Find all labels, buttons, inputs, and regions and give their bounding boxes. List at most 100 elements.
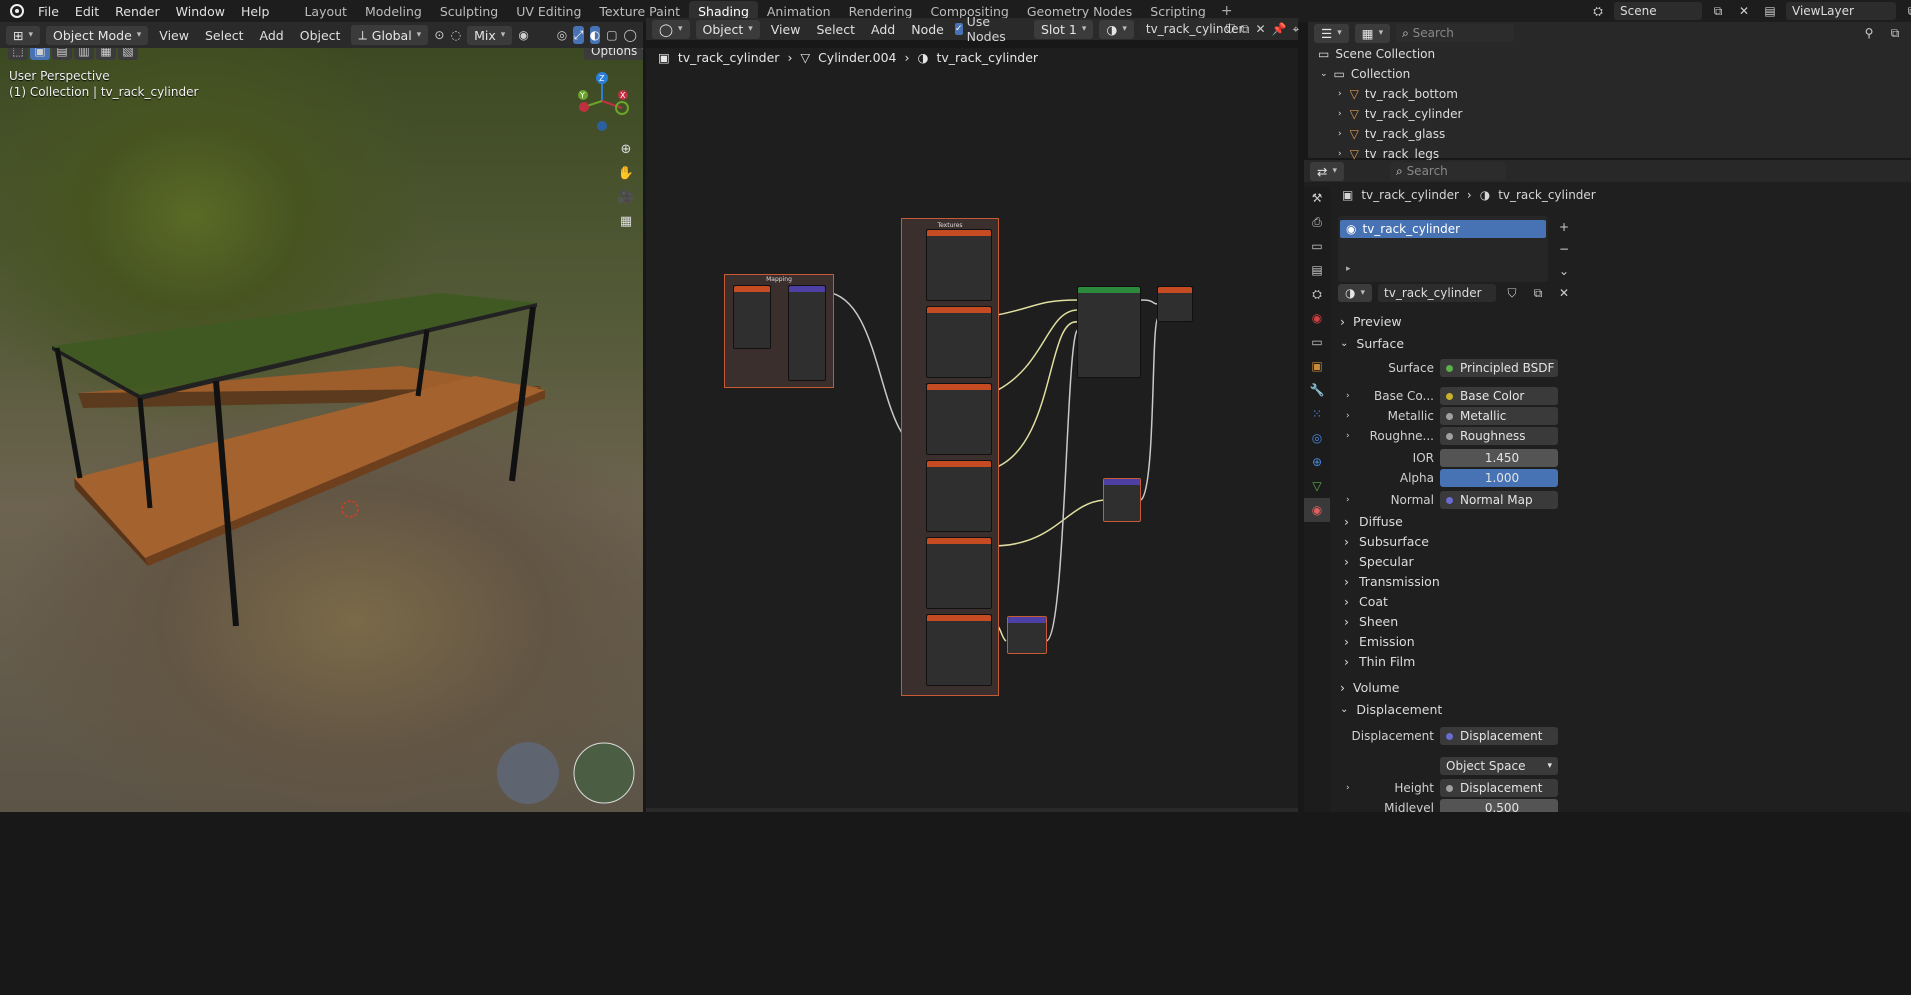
- normal-field[interactable]: Normal Map: [1440, 491, 1558, 509]
- new-scene-icon[interactable]: ⧉: [1708, 2, 1728, 20]
- display-mode-dropdown[interactable]: ▦ ▾: [1354, 23, 1391, 43]
- material-browse-icon[interactable]: ◑ ▾: [1338, 284, 1373, 302]
- node-menu-select[interactable]: Select: [811, 22, 860, 37]
- subsurface-section[interactable]: › Subsurface: [1344, 534, 1911, 549]
- displacement-texture-node[interactable]: [926, 537, 992, 609]
- pin-icon[interactable]: 📌: [1272, 20, 1287, 38]
- collection-tab-icon[interactable]: ▭: [1304, 330, 1330, 354]
- new-collection-icon[interactable]: ⧉: [1885, 24, 1905, 42]
- object-mode-dropdown[interactable]: Object Mode ▾: [46, 25, 149, 45]
- alpha-field[interactable]: 1.000: [1440, 469, 1558, 487]
- material-browse-dropdown[interactable]: ◑ ▾: [1099, 19, 1134, 39]
- outliner-item-tv-rack-bottom[interactable]: › ▽ tv_rack_bottom: [1338, 86, 1598, 102]
- physics-tab-icon[interactable]: ◎: [1304, 426, 1330, 450]
- roughness-texture-node[interactable]: [926, 460, 992, 532]
- outliner-item-tv-rack-glass[interactable]: › ▽ tv_rack_glass: [1338, 126, 1598, 142]
- emission-section[interactable]: › Emission: [1344, 634, 1911, 649]
- base-color-texture-node[interactable]: [926, 306, 992, 378]
- world-tab-icon[interactable]: ◉: [1304, 306, 1330, 330]
- ambient-occlusion-texture-node[interactable]: [926, 229, 992, 301]
- view-layer-icon[interactable]: ▤: [1760, 2, 1780, 20]
- 3d-viewport[interactable]: ⬚ ▣ ▤ ▥ ▦ ▧ Options▾ User Perspective (1…: [0, 48, 643, 812]
- scene-collection-row[interactable]: ▭ Scene Collection: [1318, 46, 1578, 62]
- gizmo-toggle-icon[interactable]: ⤢: [573, 26, 584, 44]
- delete-scene-icon[interactable]: ✕: [1734, 2, 1754, 20]
- use-nodes-checkbox[interactable]: ✓ Use Nodes: [954, 14, 1010, 44]
- node-menu-view[interactable]: View: [766, 22, 806, 37]
- preview-section[interactable]: › Preview: [1340, 314, 1911, 329]
- transform-orientation-dropdown[interactable]: ⟂ Global ▾: [351, 25, 429, 45]
- menu-render[interactable]: Render: [107, 4, 168, 19]
- scene-tab-icon[interactable]: ⛭: [1304, 282, 1330, 306]
- texture-coordinate-node[interactable]: [733, 285, 771, 349]
- new-view-layer-icon[interactable]: ⧉: [1902, 2, 1911, 20]
- proportional-edit-icon[interactable]: ◉: [518, 26, 528, 44]
- thin-film-section[interactable]: › Thin Film: [1344, 654, 1911, 669]
- principled-bsdf-node[interactable]: [1077, 286, 1141, 378]
- material-name-field[interactable]: tv_rack_cylinder: [1139, 20, 1243, 38]
- metallic-field[interactable]: Metallic: [1440, 407, 1558, 425]
- view-layer-name[interactable]: ViewLayer: [1786, 2, 1896, 20]
- outliner-search-input[interactable]: ⌕ Search: [1396, 24, 1515, 42]
- mapping-node[interactable]: [788, 285, 826, 381]
- modifier-tab-icon[interactable]: 🔧: [1304, 378, 1330, 402]
- material-output-node[interactable]: [1157, 286, 1193, 322]
- transmission-section[interactable]: › Transmission: [1344, 574, 1911, 589]
- viewport-menu-object[interactable]: Object: [295, 28, 346, 43]
- tab-layout[interactable]: Layout: [295, 1, 356, 22]
- node-menu-node[interactable]: Node: [906, 22, 949, 37]
- normal-texture-node[interactable]: [926, 614, 992, 686]
- surface-section[interactable]: ⌄ Surface: [1340, 336, 1911, 351]
- slot-dropdown[interactable]: Slot 1 ▾: [1033, 19, 1094, 39]
- base-color-field[interactable]: Base Color: [1440, 387, 1558, 405]
- material-slot-item[interactable]: ◉ tv_rack_cylinder: [1340, 220, 1546, 238]
- shading-wire-icon[interactable]: ◯: [624, 26, 637, 44]
- displacement-field[interactable]: Displacement: [1440, 727, 1558, 745]
- editor-type-menu[interactable]: ⊞ ▾: [6, 25, 41, 45]
- overlay-toggle-icon[interactable]: ◐: [589, 26, 601, 44]
- blender-logo-icon[interactable]: [10, 4, 24, 18]
- node-menu-add[interactable]: Add: [866, 22, 900, 37]
- expand-icon[interactable]: ▸: [1346, 264, 1351, 274]
- surface-shader-field[interactable]: Principled BSDF: [1440, 359, 1558, 377]
- viewport-menu-view[interactable]: View: [154, 28, 194, 43]
- menu-window[interactable]: Window: [168, 4, 233, 19]
- normal-map-node[interactable]: [1007, 616, 1047, 654]
- duplicate-material-icon[interactable]: ⧉: [1241, 20, 1250, 38]
- viewport-menu-add[interactable]: Add: [255, 28, 289, 43]
- visibility-icon[interactable]: ◎: [557, 26, 567, 44]
- sheen-section[interactable]: › Sheen: [1344, 614, 1911, 629]
- xray-icon[interactable]: ▢: [606, 26, 617, 44]
- height-field[interactable]: Displacement: [1440, 779, 1558, 797]
- fake-user-icon[interactable]: ⛉: [1226, 20, 1235, 38]
- menu-edit[interactable]: Edit: [67, 4, 107, 19]
- tab-sculpting[interactable]: Sculpting: [431, 1, 507, 22]
- particles-tab-icon[interactable]: ⁙: [1304, 402, 1330, 426]
- duplicate-material-icon[interactable]: ⧉: [1528, 284, 1548, 302]
- coat-section[interactable]: › Coat: [1344, 594, 1911, 609]
- outliner-item-tv-rack-cylinder[interactable]: › ▽ tv_rack_cylinder: [1338, 106, 1598, 122]
- tool-tab-icon[interactable]: ⚒: [1304, 186, 1330, 210]
- displacement-section[interactable]: ⌄ Displacement: [1340, 702, 1911, 717]
- view-layer-tab-icon[interactable]: ▤: [1304, 258, 1330, 282]
- tab-modeling[interactable]: Modeling: [356, 1, 431, 22]
- space-dropdown[interactable]: Object Space ▾: [1440, 757, 1558, 775]
- slot-menu-icon[interactable]: ⌄: [1554, 262, 1574, 280]
- material-datablock-field[interactable]: tv_rack_cylinder: [1378, 284, 1497, 302]
- remove-slot-icon[interactable]: −: [1554, 240, 1574, 258]
- metallic-texture-node[interactable]: [926, 383, 992, 455]
- roughness-field[interactable]: Roughness: [1440, 427, 1558, 445]
- snap-icon[interactable]: ◌: [451, 26, 461, 44]
- diffuse-section[interactable]: › Diffuse: [1344, 514, 1911, 529]
- volume-section[interactable]: › Volume: [1340, 680, 1911, 695]
- ior-field[interactable]: 1.450: [1440, 449, 1558, 467]
- material-tab-icon[interactable]: ◉: [1304, 498, 1330, 522]
- add-slot-icon[interactable]: +: [1554, 218, 1574, 236]
- constraints-tab-icon[interactable]: ⊕: [1304, 450, 1330, 474]
- displacement-node[interactable]: [1103, 478, 1141, 522]
- node-editor-type-menu[interactable]: ◯ ▾: [652, 19, 690, 39]
- viewport-menu-select[interactable]: Select: [200, 28, 249, 43]
- tab-uv-editing[interactable]: UV Editing: [507, 1, 590, 22]
- output-tab-icon[interactable]: ▭: [1304, 234, 1330, 258]
- object-tab-icon[interactable]: ▣: [1304, 354, 1330, 378]
